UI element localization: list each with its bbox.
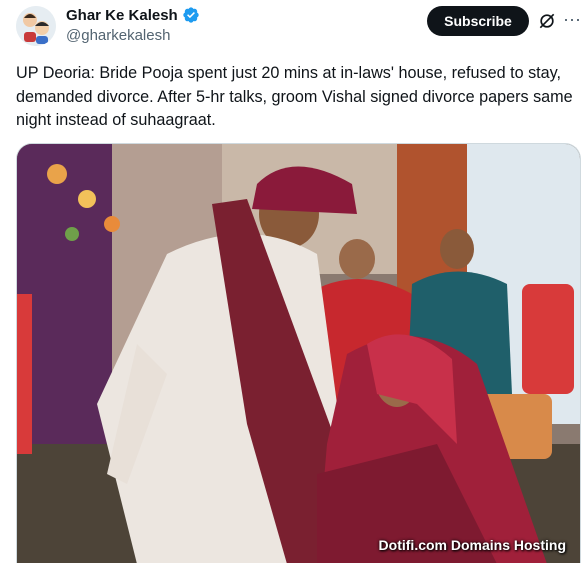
tweet-text: UP Deoria: Bride Pooja spent just 20 min… — [16, 64, 573, 129]
tweet-media-image[interactable]: Dotifi.com Domains Hosting — [16, 143, 581, 563]
grok-icon[interactable] — [537, 11, 557, 31]
avatar[interactable] — [16, 6, 56, 46]
author-name-row[interactable]: Ghar Ke Kalesh — [66, 6, 200, 24]
watermark-text: Dotifi.com Domains Hosting — [378, 537, 566, 553]
author-display-name[interactable]: Ghar Ke Kalesh — [66, 7, 178, 24]
more-icon[interactable]: ⋯ — [562, 8, 582, 32]
author-handle[interactable]: @gharkekalesh — [66, 27, 170, 44]
subscribe-button[interactable]: Subscribe — [427, 6, 529, 36]
verified-badge-icon — [183, 7, 199, 23]
